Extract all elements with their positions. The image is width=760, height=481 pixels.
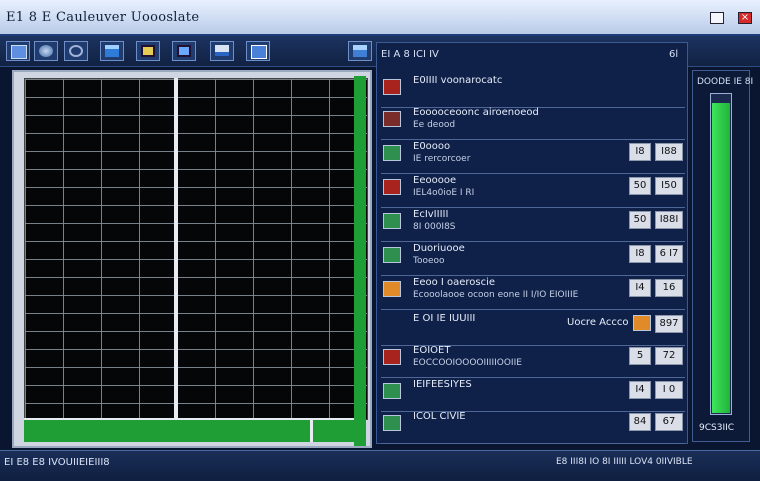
row-secondary-field[interactable]: I50 — [655, 177, 683, 195]
list-item[interactable]: Eooooceoonc airoenoeod Ee deood — [381, 105, 685, 140]
row-value-field[interactable]: 84 — [629, 413, 651, 431]
row-status-icon — [383, 281, 401, 297]
row-secondary-field[interactable]: 6 I7 — [655, 245, 683, 263]
toolbar-monitor-icon[interactable] — [100, 41, 124, 61]
row-label: Eeooooe — [413, 175, 457, 186]
row-value-field[interactable]: 50 — [629, 211, 651, 229]
toolbar-display-icon[interactable] — [210, 41, 234, 61]
meter-title: DOODE IE 8I — [697, 77, 754, 87]
folder-icon — [141, 45, 155, 57]
row-status-icon — [383, 111, 401, 127]
toolbar-app-icon[interactable] — [348, 41, 372, 61]
app-icon — [353, 45, 367, 57]
row-secondary-field[interactable]: I88I — [655, 211, 683, 229]
row-label: EOIOET — [413, 345, 451, 356]
grid-split-divider[interactable] — [174, 78, 178, 418]
row-label: Eooooceoonc airoenoeod — [413, 107, 539, 118]
row-value-field[interactable]: I4 — [629, 279, 651, 297]
row-secondary-field[interactable]: I88 — [655, 143, 683, 161]
toolbar-eye-icon[interactable] — [64, 41, 88, 61]
row-sublabel: Tooeoo — [413, 256, 445, 266]
row-status-icon — [383, 179, 401, 195]
title-bar: E1 8 E Cauleuver Uoooslate × — [0, 0, 760, 36]
row-value-field[interactable]: I8 — [629, 143, 651, 161]
grid-vertical-scrollbar[interactable] — [354, 76, 366, 446]
properties-panel: EI A 8 ICI IV 6l E0IIII voonarocatc Eoooo… — [376, 42, 688, 444]
eye-icon — [69, 45, 83, 57]
row-mid-label: Uocre Accco — [567, 317, 629, 328]
row-sublabel: Ee deood — [413, 120, 456, 130]
row-status-icon — [383, 145, 401, 161]
row-sublabel: EOCCOOIOOOOIIIIIOOIIE — [413, 358, 522, 368]
list-item[interactable]: E OI IE IUUIII Uocre Accco 897 — [381, 311, 685, 346]
warning-icon — [633, 315, 651, 331]
row-secondary-field[interactable]: 16 — [655, 279, 683, 297]
row-status-icon — [383, 383, 401, 399]
grid-horizontal-scrollbar[interactable] — [24, 418, 354, 442]
row-status-icon — [383, 415, 401, 431]
row-status-icon — [383, 247, 401, 263]
grid-view[interactable] — [12, 70, 372, 448]
panel-header-right: 6l — [669, 49, 679, 60]
row-label: EcIvIIIII — [413, 209, 449, 220]
row-label: E0oooo — [413, 141, 451, 152]
row-secondary-field[interactable]: 67 — [655, 413, 683, 431]
panel-header: EI A 8 ICI IV — [381, 49, 439, 60]
meter-track[interactable] — [710, 93, 732, 415]
status-bar: EI E8 E8 IVOUIIEIEIII8 E8 III8I IO 8I II… — [0, 450, 760, 481]
folder-open-icon — [177, 45, 191, 57]
row-sublabel: IEL4o0ioE I RI — [413, 188, 475, 198]
close-button[interactable]: × — [738, 12, 752, 24]
list-item[interactable]: ICOL CIVIE 84 67 — [381, 409, 685, 444]
list-item[interactable]: Eeoo I oaeroscie Ecooolaooe ocoon eone II… — [381, 275, 685, 310]
disk-icon — [39, 45, 53, 57]
screen-icon — [251, 45, 267, 59]
row-sublabel: 8I 000I8S — [413, 222, 456, 232]
row-value-field[interactable]: I4 — [629, 381, 651, 399]
meter-fill — [712, 103, 730, 413]
row-status-icon — [383, 349, 401, 365]
row-label: Duoriuooe — [413, 243, 465, 254]
row-sublabel: IE rercorcoer — [413, 154, 471, 164]
row-value-field[interactable]: 5 — [629, 347, 651, 365]
row-label: ICOL CIVIE — [413, 411, 466, 422]
list-item[interactable]: EOIOET EOCCOOIOOOOIIIIIOOIIE 5 72 — [381, 343, 685, 378]
row-label: Eeoo I oaeroscie — [413, 277, 496, 288]
meter-value: 9CS3IIC — [699, 423, 735, 433]
toolbar-disk-icon[interactable] — [34, 41, 58, 61]
row-status-icon — [383, 79, 401, 95]
status-right: E8 III8I IO 8I IIIII LOV4 0IIVIBLE — [556, 457, 693, 467]
window-title: E1 8 E Cauleuver Uoooslate — [6, 10, 200, 25]
row-label: E0IIII voonarocatc — [413, 75, 503, 86]
list-item[interactable]: IEIFEESIYES I4 I 0 — [381, 377, 685, 412]
list-item[interactable]: E0oooo IE rercorcoer I8 I88 — [381, 139, 685, 174]
monitor-icon — [105, 45, 119, 57]
row-label: E OI IE IUUIII — [413, 313, 476, 324]
toolbar-window-icon[interactable] — [6, 41, 30, 61]
row-secondary-field[interactable]: 72 — [655, 347, 683, 365]
row-value-field[interactable]: I8 — [629, 245, 651, 263]
list-item[interactable]: E0IIII voonarocatc — [381, 73, 685, 108]
list-item[interactable]: Eeooooe IEL4o0ioE I RI 50 I50 — [381, 173, 685, 208]
list-item[interactable]: Duoriuooe Tooeoo I8 6 I7 — [381, 241, 685, 276]
toolbar-folder-open-icon[interactable] — [172, 41, 196, 61]
grid-cells[interactable] — [24, 78, 368, 420]
toolbar-screen-icon[interactable] — [246, 41, 270, 61]
level-meter: DOODE IE 8I 9CS3IIC — [692, 70, 754, 442]
row-status-icon — [383, 213, 401, 229]
row-secondary-field[interactable]: I 0 — [655, 381, 683, 399]
list-item[interactable]: EcIvIIIII 8I 000I8S 50 I88I — [381, 207, 685, 242]
row-value-field[interactable]: 50 — [629, 177, 651, 195]
maximize-button[interactable] — [710, 12, 724, 24]
grid-scrollbar-separator — [310, 420, 313, 442]
row-sublabel: Ecooolaooe ocoon eone II I/IO EIOIIIE — [413, 290, 579, 300]
display-icon — [215, 45, 229, 56]
window-icon — [11, 45, 27, 59]
status-left: EI E8 E8 IVOUIIEIEIII8 — [4, 457, 110, 468]
toolbar-folder-icon[interactable] — [136, 41, 160, 61]
row-label: IEIFEESIYES — [413, 379, 472, 390]
row-secondary-field[interactable]: 897 — [655, 315, 683, 333]
